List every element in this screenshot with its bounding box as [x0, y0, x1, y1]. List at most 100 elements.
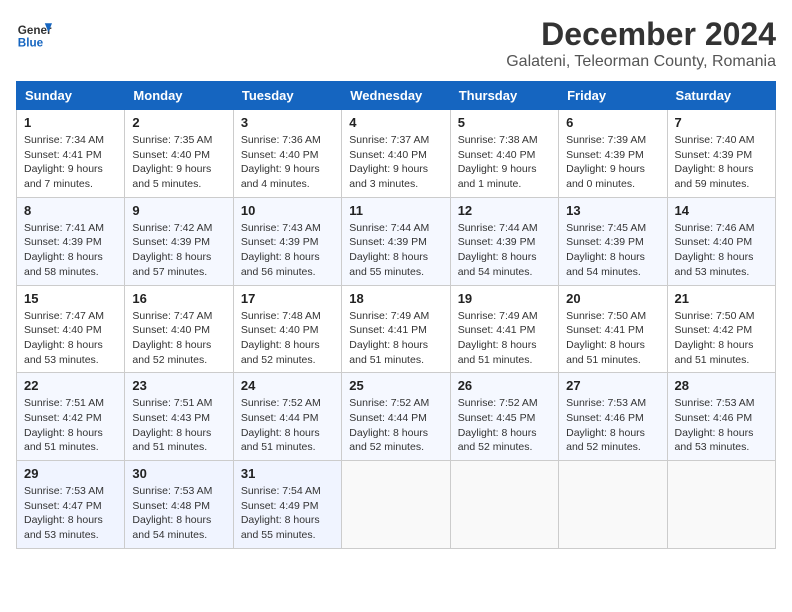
day-info: Sunrise: 7:54 AMSunset: 4:49 PMDaylight:… — [241, 485, 321, 541]
calendar-cell: 8 Sunrise: 7:41 AMSunset: 4:39 PMDayligh… — [17, 197, 125, 285]
calendar-cell: 30 Sunrise: 7:53 AMSunset: 4:48 PMDaylig… — [125, 461, 233, 549]
day-info: Sunrise: 7:40 AMSunset: 4:39 PMDaylight:… — [675, 134, 755, 190]
calendar-cell: 4 Sunrise: 7:37 AMSunset: 4:40 PMDayligh… — [342, 110, 450, 198]
day-number: 21 — [675, 291, 768, 306]
calendar-week-row: 1 Sunrise: 7:34 AMSunset: 4:41 PMDayligh… — [17, 110, 776, 198]
day-number: 6 — [566, 115, 659, 130]
location-title: Galateni, Teleorman County, Romania — [506, 53, 776, 71]
calendar-cell: 6 Sunrise: 7:39 AMSunset: 4:39 PMDayligh… — [559, 110, 667, 198]
day-number: 13 — [566, 203, 659, 218]
calendar-cell: 14 Sunrise: 7:46 AMSunset: 4:40 PMDaylig… — [667, 197, 775, 285]
day-info: Sunrise: 7:51 AMSunset: 4:42 PMDaylight:… — [24, 397, 104, 453]
calendar-cell: 28 Sunrise: 7:53 AMSunset: 4:46 PMDaylig… — [667, 373, 775, 461]
logo: General Blue — [16, 16, 52, 52]
calendar-cell: 9 Sunrise: 7:42 AMSunset: 4:39 PMDayligh… — [125, 197, 233, 285]
calendar-table: SundayMondayTuesdayWednesdayThursdayFrid… — [16, 81, 776, 549]
calendar-cell: 19 Sunrise: 7:49 AMSunset: 4:41 PMDaylig… — [450, 285, 558, 373]
day-info: Sunrise: 7:50 AMSunset: 4:42 PMDaylight:… — [675, 310, 755, 366]
day-number: 16 — [132, 291, 225, 306]
day-number: 4 — [349, 115, 442, 130]
title-area: December 2024 Galateni, Teleorman County… — [506, 16, 776, 71]
day-number: 27 — [566, 378, 659, 393]
day-info: Sunrise: 7:49 AMSunset: 4:41 PMDaylight:… — [349, 310, 429, 366]
calendar-cell — [559, 461, 667, 549]
calendar-cell: 27 Sunrise: 7:53 AMSunset: 4:46 PMDaylig… — [559, 373, 667, 461]
day-of-week-header: Friday — [559, 82, 667, 110]
svg-text:Blue: Blue — [18, 37, 44, 50]
calendar-cell: 24 Sunrise: 7:52 AMSunset: 4:44 PMDaylig… — [233, 373, 341, 461]
day-number: 11 — [349, 203, 442, 218]
calendar-cell: 17 Sunrise: 7:48 AMSunset: 4:40 PMDaylig… — [233, 285, 341, 373]
day-number: 14 — [675, 203, 768, 218]
day-number: 8 — [24, 203, 117, 218]
calendar-cell: 25 Sunrise: 7:52 AMSunset: 4:44 PMDaylig… — [342, 373, 450, 461]
calendar-cell: 26 Sunrise: 7:52 AMSunset: 4:45 PMDaylig… — [450, 373, 558, 461]
day-number: 28 — [675, 378, 768, 393]
day-number: 10 — [241, 203, 334, 218]
day-info: Sunrise: 7:34 AMSunset: 4:41 PMDaylight:… — [24, 134, 104, 190]
day-number: 22 — [24, 378, 117, 393]
day-number: 2 — [132, 115, 225, 130]
calendar-cell: 23 Sunrise: 7:51 AMSunset: 4:43 PMDaylig… — [125, 373, 233, 461]
calendar-cell: 20 Sunrise: 7:50 AMSunset: 4:41 PMDaylig… — [559, 285, 667, 373]
day-info: Sunrise: 7:35 AMSunset: 4:40 PMDaylight:… — [132, 134, 212, 190]
day-info: Sunrise: 7:39 AMSunset: 4:39 PMDaylight:… — [566, 134, 646, 190]
calendar-cell: 7 Sunrise: 7:40 AMSunset: 4:39 PMDayligh… — [667, 110, 775, 198]
calendar-cell — [450, 461, 558, 549]
day-info: Sunrise: 7:45 AMSunset: 4:39 PMDaylight:… — [566, 222, 646, 278]
day-info: Sunrise: 7:47 AMSunset: 4:40 PMDaylight:… — [132, 310, 212, 366]
day-number: 20 — [566, 291, 659, 306]
calendar-cell: 12 Sunrise: 7:44 AMSunset: 4:39 PMDaylig… — [450, 197, 558, 285]
calendar-body: 1 Sunrise: 7:34 AMSunset: 4:41 PMDayligh… — [17, 110, 776, 549]
calendar-cell: 10 Sunrise: 7:43 AMSunset: 4:39 PMDaylig… — [233, 197, 341, 285]
calendar-cell: 31 Sunrise: 7:54 AMSunset: 4:49 PMDaylig… — [233, 461, 341, 549]
logo-icon: General Blue — [16, 16, 52, 52]
calendar-cell: 29 Sunrise: 7:53 AMSunset: 4:47 PMDaylig… — [17, 461, 125, 549]
header: General Blue December 2024 Galateni, Tel… — [16, 16, 776, 71]
day-number: 26 — [458, 378, 551, 393]
calendar-week-row: 22 Sunrise: 7:51 AMSunset: 4:42 PMDaylig… — [17, 373, 776, 461]
day-of-week-header: Sunday — [17, 82, 125, 110]
day-number: 19 — [458, 291, 551, 306]
day-number: 15 — [24, 291, 117, 306]
day-number: 31 — [241, 466, 334, 481]
day-info: Sunrise: 7:46 AMSunset: 4:40 PMDaylight:… — [675, 222, 755, 278]
calendar-cell — [667, 461, 775, 549]
day-of-week-header: Monday — [125, 82, 233, 110]
day-number: 18 — [349, 291, 442, 306]
day-number: 1 — [24, 115, 117, 130]
calendar-cell: 15 Sunrise: 7:47 AMSunset: 4:40 PMDaylig… — [17, 285, 125, 373]
calendar-week-row: 8 Sunrise: 7:41 AMSunset: 4:39 PMDayligh… — [17, 197, 776, 285]
day-number: 23 — [132, 378, 225, 393]
day-info: Sunrise: 7:44 AMSunset: 4:39 PMDaylight:… — [349, 222, 429, 278]
day-info: Sunrise: 7:53 AMSunset: 4:48 PMDaylight:… — [132, 485, 212, 541]
day-info: Sunrise: 7:51 AMSunset: 4:43 PMDaylight:… — [132, 397, 212, 453]
day-of-week-header: Wednesday — [342, 82, 450, 110]
calendar-week-row: 29 Sunrise: 7:53 AMSunset: 4:47 PMDaylig… — [17, 461, 776, 549]
day-info: Sunrise: 7:41 AMSunset: 4:39 PMDaylight:… — [24, 222, 104, 278]
days-of-week-row: SundayMondayTuesdayWednesdayThursdayFrid… — [17, 82, 776, 110]
day-number: 30 — [132, 466, 225, 481]
day-info: Sunrise: 7:49 AMSunset: 4:41 PMDaylight:… — [458, 310, 538, 366]
day-number: 24 — [241, 378, 334, 393]
day-of-week-header: Tuesday — [233, 82, 341, 110]
day-info: Sunrise: 7:48 AMSunset: 4:40 PMDaylight:… — [241, 310, 321, 366]
day-info: Sunrise: 7:38 AMSunset: 4:40 PMDaylight:… — [458, 134, 538, 190]
day-info: Sunrise: 7:43 AMSunset: 4:39 PMDaylight:… — [241, 222, 321, 278]
day-number: 7 — [675, 115, 768, 130]
calendar-cell — [342, 461, 450, 549]
day-info: Sunrise: 7:52 AMSunset: 4:44 PMDaylight:… — [349, 397, 429, 453]
calendar-cell: 18 Sunrise: 7:49 AMSunset: 4:41 PMDaylig… — [342, 285, 450, 373]
calendar-cell: 3 Sunrise: 7:36 AMSunset: 4:40 PMDayligh… — [233, 110, 341, 198]
calendar-cell: 16 Sunrise: 7:47 AMSunset: 4:40 PMDaylig… — [125, 285, 233, 373]
day-info: Sunrise: 7:53 AMSunset: 4:46 PMDaylight:… — [566, 397, 646, 453]
day-info: Sunrise: 7:52 AMSunset: 4:44 PMDaylight:… — [241, 397, 321, 453]
calendar-cell: 5 Sunrise: 7:38 AMSunset: 4:40 PMDayligh… — [450, 110, 558, 198]
day-number: 25 — [349, 378, 442, 393]
day-info: Sunrise: 7:42 AMSunset: 4:39 PMDaylight:… — [132, 222, 212, 278]
day-info: Sunrise: 7:44 AMSunset: 4:39 PMDaylight:… — [458, 222, 538, 278]
day-number: 12 — [458, 203, 551, 218]
day-info: Sunrise: 7:36 AMSunset: 4:40 PMDaylight:… — [241, 134, 321, 190]
day-info: Sunrise: 7:50 AMSunset: 4:41 PMDaylight:… — [566, 310, 646, 366]
day-info: Sunrise: 7:47 AMSunset: 4:40 PMDaylight:… — [24, 310, 104, 366]
